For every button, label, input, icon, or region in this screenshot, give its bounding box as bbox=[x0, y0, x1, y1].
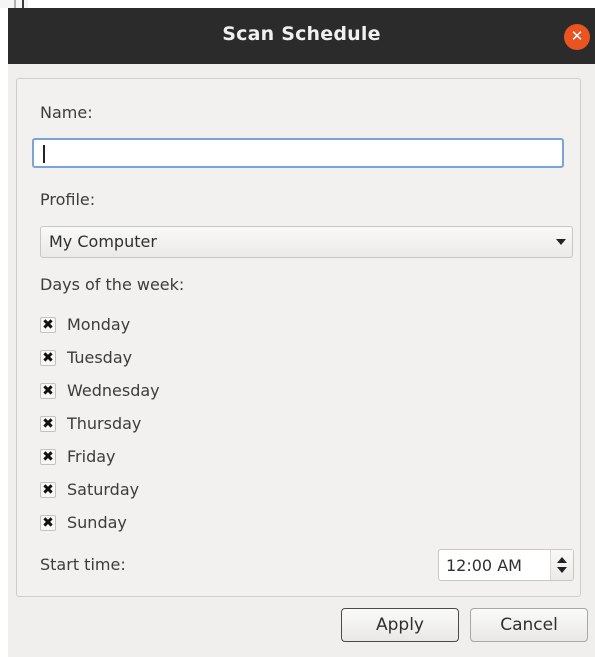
chevron-down-icon bbox=[556, 239, 566, 245]
days-of-week-label: Days of the week: bbox=[40, 275, 185, 294]
name-input[interactable] bbox=[32, 138, 564, 168]
apply-button[interactable]: Apply bbox=[341, 608, 459, 642]
title-bar: Scan Schedule ✕ bbox=[8, 8, 595, 64]
day-label: Friday bbox=[67, 447, 116, 466]
spin-up-icon[interactable] bbox=[557, 557, 567, 563]
spin-down-icon[interactable] bbox=[557, 567, 567, 573]
cancel-button[interactable]: Cancel bbox=[470, 608, 588, 642]
text-cursor bbox=[43, 145, 45, 163]
start-time-label: Start time: bbox=[40, 555, 126, 574]
start-time-value: 12:00 AM bbox=[446, 556, 522, 575]
background-divider-dark bbox=[22, 0, 24, 8]
profile-label: Profile: bbox=[40, 190, 96, 209]
check-icon[interactable]: ✖ bbox=[40, 515, 56, 531]
check-icon[interactable]: ✖ bbox=[40, 449, 56, 465]
check-icon[interactable]: ✖ bbox=[40, 317, 56, 333]
check-icon[interactable]: ✖ bbox=[40, 416, 56, 432]
background-window-edge bbox=[0, 0, 28, 8]
check-icon[interactable]: ✖ bbox=[40, 482, 56, 498]
name-label: Name: bbox=[40, 103, 93, 122]
start-time-spinbox[interactable]: 12:00 AM bbox=[438, 549, 574, 581]
day-label: Saturday bbox=[67, 480, 140, 499]
day-label: Monday bbox=[67, 315, 131, 334]
profile-dropdown[interactable]: My Computer bbox=[40, 226, 573, 258]
profile-selected-value: My Computer bbox=[49, 232, 157, 251]
day-label: Tuesday bbox=[67, 348, 133, 367]
close-icon[interactable]: ✕ bbox=[564, 24, 590, 50]
day-label: Sunday bbox=[67, 513, 127, 532]
background-divider bbox=[14, 0, 16, 8]
check-icon[interactable]: ✖ bbox=[40, 350, 56, 366]
check-icon[interactable]: ✖ bbox=[40, 383, 56, 399]
spin-buttons[interactable] bbox=[550, 550, 573, 580]
day-label: Wednesday bbox=[67, 381, 160, 400]
day-label: Thursday bbox=[67, 414, 142, 433]
dialog-title: Scan Schedule bbox=[222, 23, 381, 45]
